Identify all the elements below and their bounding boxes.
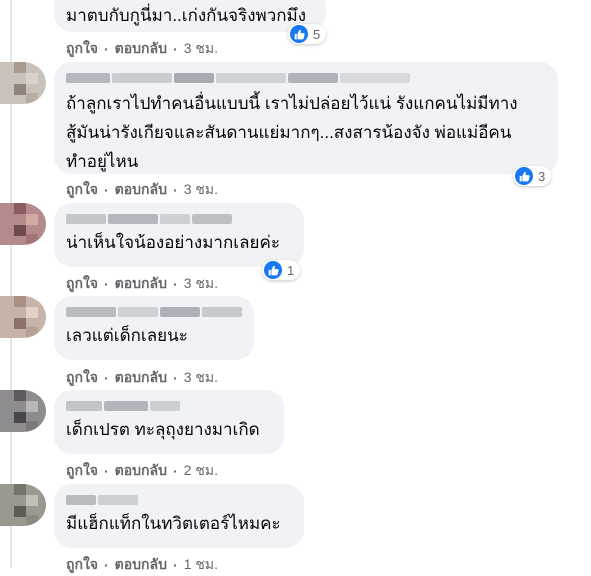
comment-actions: ถูกใจ · ตอบกลับ · 3 ชม. <box>66 179 218 201</box>
like-thumbs-up-icon <box>264 261 282 279</box>
separator: · <box>104 463 109 479</box>
separator: · <box>173 370 178 386</box>
like-link[interactable]: ถูกใจ <box>66 367 98 389</box>
timestamp[interactable]: 3 ชม. <box>184 367 218 389</box>
reply-link[interactable]: ตอบกลับ <box>115 460 167 482</box>
author-name-blurred[interactable] <box>66 73 546 85</box>
like-link[interactable]: ถูกใจ <box>66 460 98 482</box>
comment-bubble: ถ้าลูกเราไปทำคนอื่นแบบนี้ เราไม่ปล่อยไว้… <box>54 62 558 174</box>
reply-link[interactable]: ตอบกลับ <box>115 179 167 201</box>
comment-text: มีแฮ็กแท็กในทวิตเตอร์ไหมคะ <box>66 514 281 533</box>
comment-actions: ถูกใจ · ตอบกลับ · 3 ชม. <box>66 367 218 389</box>
like-link[interactable]: ถูกใจ <box>66 273 98 295</box>
author-name-blurred[interactable] <box>66 307 242 319</box>
like-link[interactable]: ถูกใจ <box>66 179 98 201</box>
comment-text: ถ้าลูกเราไปทำคนอื่นแบบนี้ เราไม่ปล่อยไว้… <box>66 94 518 171</box>
separator: · <box>104 276 109 292</box>
reaction-count[interactable]: 5 <box>288 24 327 44</box>
separator: · <box>104 557 109 573</box>
author-name-blurred[interactable] <box>66 401 272 413</box>
separator: · <box>104 182 109 198</box>
avatar[interactable] <box>0 203 46 245</box>
comment-bubble: มีแฮ็กแท็กในทวิตเตอร์ไหมคะ <box>54 484 304 548</box>
timestamp[interactable]: 3 ชม. <box>184 38 218 60</box>
comment-bubble: น่าเห็นใจน้องอย่างมากเลยค่ะ <box>54 203 304 267</box>
comment-bubble: เด็กเปรต ทะลุถุงยางมาเกิด <box>54 390 284 454</box>
like-link[interactable]: ถูกใจ <box>66 554 98 576</box>
comment-bubble: มาตบกับกูนี่มา..เก่งกันจริงพวกมึง <box>54 0 326 32</box>
avatar[interactable] <box>0 390 46 432</box>
comment-bubble: เลวแต่เด็กเลยนะ <box>54 296 254 360</box>
comment-actions: ถูกใจ · ตอบกลับ · 1 ชม. <box>66 554 218 576</box>
separator: · <box>104 41 109 57</box>
like-thumbs-up-icon <box>290 25 308 43</box>
reply-link[interactable]: ตอบกลับ <box>115 273 167 295</box>
comment-text: น่าเห็นใจน้องอย่างมากเลยค่ะ <box>66 233 280 252</box>
reaction-count[interactable]: 3 <box>513 166 552 186</box>
separator: · <box>173 557 178 573</box>
comment-text: เลวแต่เด็กเลยนะ <box>66 326 188 345</box>
separator: · <box>173 463 178 479</box>
reply-link[interactable]: ตอบกลับ <box>115 367 167 389</box>
like-link[interactable]: ถูกใจ <box>66 38 98 60</box>
avatar[interactable] <box>0 296 46 338</box>
reaction-count[interactable]: 1 <box>262 260 301 280</box>
timestamp[interactable]: 3 ชม. <box>184 179 218 201</box>
timestamp[interactable]: 2 ชม. <box>184 460 218 482</box>
separator: · <box>173 41 178 57</box>
comment-actions: ถูกใจ · ตอบกลับ · 3 ชม. <box>66 38 218 60</box>
separator: · <box>173 182 178 198</box>
comment-text: มาตบกับกูนี่มา..เก่งกันจริงพวกมึง <box>66 6 307 25</box>
timestamp[interactable]: 1 ชม. <box>184 554 218 576</box>
author-name-blurred[interactable] <box>66 214 292 226</box>
avatar[interactable] <box>0 62 46 104</box>
comment-actions: ถูกใจ · ตอบกลับ · 3 ชม. <box>66 273 218 295</box>
timestamp[interactable]: 3 ชม. <box>184 273 218 295</box>
separator: · <box>104 370 109 386</box>
reaction-number: 5 <box>313 26 321 42</box>
comment-actions: ถูกใจ · ตอบกลับ · 2 ชม. <box>66 460 218 482</box>
reply-link[interactable]: ตอบกลับ <box>115 554 167 576</box>
reaction-number: 3 <box>538 168 546 184</box>
author-name-blurred[interactable] <box>66 495 292 507</box>
like-thumbs-up-icon <box>515 167 533 185</box>
comment-text: เด็กเปรต ทะลุถุงยางมาเกิด <box>66 420 260 439</box>
separator: · <box>173 276 178 292</box>
avatar[interactable] <box>0 484 46 526</box>
reaction-number: 1 <box>287 262 295 278</box>
reply-link[interactable]: ตอบกลับ <box>115 38 167 60</box>
